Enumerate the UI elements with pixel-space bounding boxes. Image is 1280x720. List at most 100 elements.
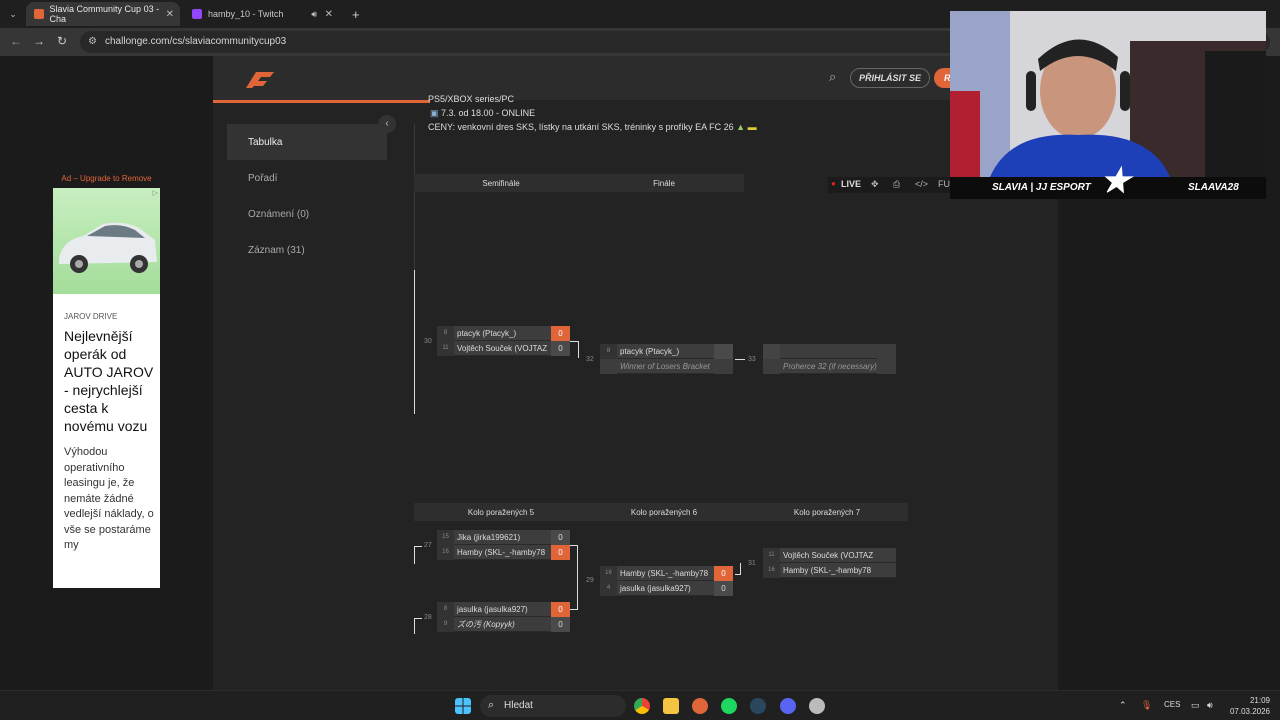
file-explorer-icon[interactable] — [663, 698, 679, 714]
nav-item-tabulka[interactable]: Tabulka — [227, 124, 387, 160]
bracket-line — [577, 545, 578, 610]
player-name: Proherce 32 (if necessary) — [783, 361, 877, 371]
tab-slavia-cup[interactable]: Slavia Community Cup 03 - Cha ✕ — [26, 2, 180, 26]
match-player-row[interactable]: 11 Vojtěch Souček (VOJTAZ — [763, 547, 896, 563]
language-indicator[interactable]: CES — [1164, 700, 1180, 709]
player-score: 0 — [551, 340, 570, 356]
spotify-icon[interactable] — [721, 698, 737, 714]
player-seed: 16 — [437, 544, 454, 560]
match-number: 32 — [586, 356, 594, 363]
live-label[interactable]: LIVE — [841, 179, 861, 189]
tab-search-button[interactable]: ⌄ — [4, 2, 22, 26]
origin-icon[interactable] — [692, 698, 708, 714]
losers-round-header: Kolo poražených 5 Kolo poražených 6 Kolo… — [414, 503, 908, 521]
clock-time: 21:09 — [1249, 696, 1270, 705]
back-icon[interactable]: ← — [10, 34, 22, 48]
match-27[interactable]: 15 Jika (jirka199621) 0 16 Hamby (SKL-_-ham… — [437, 529, 570, 560]
match-player-row[interactable]: 8 jasulka (jasulka927) 0 — [437, 601, 570, 617]
tray-overflow-icon[interactable]: ⌃ — [1119, 700, 1127, 711]
match-player-row[interactable] — [763, 343, 896, 359]
reload-icon[interactable]: ↻ — [57, 34, 67, 48]
forward-icon[interactable]: → — [33, 34, 45, 48]
taskbar-clock[interactable]: 21:09 07.03.2026 — [1222, 695, 1270, 717]
match-player-row[interactable]: 8 ptacyk (Ptacyk_) 0 — [437, 325, 570, 341]
site-info-icon[interactable]: ⚙ — [88, 36, 97, 47]
match-31[interactable]: 11 Vojtěch Souček (VOJTAZ 16 Hamby (SKL-_-… — [763, 547, 896, 578]
player-seed: 11 — [437, 340, 454, 356]
info-date-text: 7.3. od 18.00 - ONLINE — [441, 108, 536, 118]
webcam-overlay: SLAVIA | JJ ESPORT ★ SLAAVA28 — [950, 11, 1266, 199]
steam-icon[interactable] — [750, 698, 766, 714]
ea-app-icon[interactable] — [809, 698, 825, 714]
login-button[interactable]: PŘIHLÁSIT SE — [850, 68, 930, 88]
tab-twitch[interactable]: hamby_10 - Twitch 🔊︎ ✕ — [184, 2, 339, 26]
match-number: 31 — [748, 560, 756, 567]
nav-item-oznameni[interactable]: Oznámení (0) — [227, 196, 387, 232]
player-name: ズの汚 (Kopyyk) — [457, 619, 515, 629]
ad-label[interactable]: Ad – Upgrade to Remove — [53, 174, 160, 183]
match-player-row[interactable]: Winner of Losers Bracket — [600, 358, 733, 374]
match-32[interactable]: 8 ptacyk (Ptacyk_) Winner of Losers Brack… — [600, 343, 733, 374]
match-player-row[interactable]: 11 Vojtěch Souček (VOJTAZ 0 — [437, 340, 570, 356]
speaker-icon[interactable]: 🔊︎ — [311, 9, 317, 20]
nav-item-zaznam[interactable]: Záznam (31) — [227, 232, 387, 268]
winners-round-header: Semifinále Finále — [414, 174, 744, 192]
bracket-line — [570, 341, 578, 342]
clock-date: 07.03.2026 — [1229, 707, 1270, 716]
windows-taskbar: ⌕ Hledat ⌃ 🎙︎ CES ▭ 🔊︎ 21:09 07.03.2026 — [0, 690, 1280, 720]
info-platforms: PS5/XBOX series/PC — [428, 94, 515, 104]
player-name: Hamby (SKL-_-hamby78 — [457, 547, 546, 557]
player-name: Winner of Losers Bracket — [620, 361, 710, 371]
bracket-line — [735, 359, 745, 360]
match-player-row[interactable]: 8 ptacyk (Ptacyk_) — [600, 343, 733, 359]
player-score — [714, 343, 733, 359]
match-28[interactable]: 8 jasulka (jasulka927) 0 9 ズの汚 (Kopyyk) 0 — [437, 601, 570, 632]
round-header-finale: Finále — [653, 179, 675, 188]
nav-divider — [414, 124, 415, 274]
bracket-line — [414, 618, 422, 619]
match-player-row[interactable]: 4 jasulka (jasulka927) 0 — [600, 580, 733, 596]
player-name: jasulka (jasulka927) — [620, 583, 691, 593]
discord-icon[interactable] — [780, 698, 796, 714]
bracket-line — [570, 545, 577, 546]
embed-code-icon[interactable]: </> — [915, 179, 928, 189]
nav-item-poradi[interactable]: Pořadí — [227, 160, 387, 196]
fullscreen-button[interactable]: FU — [938, 179, 950, 189]
network-icon[interactable]: ▭ — [1191, 700, 1200, 711]
ad-headline: Nejlevnější operák od AUTO JAROV - nejry… — [64, 328, 154, 434]
match-player-row[interactable]: 16 Hamby (SKL-_-hamby78 0 — [600, 565, 733, 581]
match-33[interactable]: Proherce 32 (if necessary) — [763, 343, 896, 374]
round-header-kolo-5: Kolo poražených 5 — [467, 508, 535, 517]
player-name: Jika (jirka199621) — [457, 532, 521, 542]
search-icon[interactable]: ⌕ — [829, 69, 836, 85]
windows-start-icon[interactable] — [455, 698, 471, 714]
move-icon[interactable]: ✥ — [871, 179, 879, 190]
streamer-webcam-image — [950, 11, 1266, 177]
match-player-row[interactable]: 9 ズの汚 (Kopyyk) 0 — [437, 616, 570, 632]
match-30[interactable]: 8 ptacyk (Ptacyk_) 0 11 Vojtěch Souček (VOJ… — [437, 325, 570, 356]
close-tab-icon[interactable]: ✕ — [166, 9, 174, 20]
round-header-semifinale: Semifinále — [482, 179, 520, 188]
print-icon[interactable]: ⎙ — [893, 179, 900, 190]
advertisement[interactable]: ▷ JAROV DRIVE Nejlevnější operák od AUTO… — [53, 188, 160, 588]
taskbar-search[interactable]: ⌕ Hledat — [480, 695, 626, 717]
new-tab-button[interactable]: + — [344, 2, 368, 26]
challonge-logo-icon[interactable] — [242, 68, 276, 90]
match-29[interactable]: 16 Hamby (SKL-_-hamby78 0 4 jasulka (jasulk… — [600, 565, 733, 596]
player-seed: 4 — [600, 580, 617, 596]
microphone-icon[interactable]: 🎙︎ — [1141, 700, 1152, 711]
ad-choices-icon[interactable]: ▷ — [153, 189, 158, 197]
twitch-favicon-icon — [192, 9, 202, 19]
match-player-row[interactable]: 15 Jika (jirka199621) 0 — [437, 529, 570, 545]
live-dot-icon: ● — [831, 179, 836, 188]
chrome-icon[interactable] — [634, 698, 650, 714]
collapse-nav-button[interactable]: ‹ — [378, 115, 396, 133]
close-tab-icon[interactable]: ✕ — [325, 9, 333, 20]
info-prizes-text: CENY: venkovní dres SKS, lístky na utkán… — [428, 122, 734, 132]
match-player-row[interactable]: 16 Hamby (SKL-_-hamby78 0 — [437, 544, 570, 560]
volume-icon[interactable]: 🔊︎ — [1207, 700, 1213, 711]
player-seed: 9 — [437, 616, 454, 632]
match-player-row[interactable]: Proherce 32 (if necessary) — [763, 358, 896, 374]
match-player-row[interactable]: 16 Hamby (SKL-_-hamby78 — [763, 562, 896, 578]
match-number: 27 — [424, 542, 432, 549]
